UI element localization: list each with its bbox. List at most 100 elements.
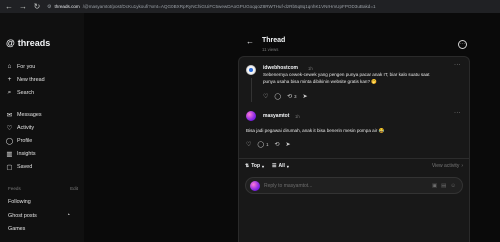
avatar[interactable] xyxy=(246,65,256,75)
emoji-icon[interactable]: ☺ xyxy=(450,183,456,189)
reply-button[interactable]: ◯ 1 xyxy=(257,141,268,148)
view-activity-link[interactable]: View activity › xyxy=(432,163,463,169)
comment-icon: ◯ xyxy=(257,142,265,148)
heart-icon: ♡ xyxy=(246,142,252,148)
feed-ghost-posts[interactable]: Ghost posts xyxy=(8,213,37,219)
site-info-icon[interactable]: ⚙ xyxy=(47,4,51,10)
reply-button[interactable]: ◯ xyxy=(274,93,281,100)
feed-games[interactable]: Games xyxy=(8,226,25,232)
repost-count: 3 xyxy=(294,94,297,99)
feeds-label: Feeds xyxy=(8,186,21,191)
profile-icon: ◯ xyxy=(5,137,14,145)
sidebar-item-label: Search xyxy=(17,89,35,96)
sidebar-item-label: Saved xyxy=(17,163,33,170)
repost-icon: ⟲ xyxy=(287,94,293,100)
reply-tools: ▣ ▤ ☺ xyxy=(432,183,456,189)
share-button[interactable]: ➤ xyxy=(303,93,308,100)
more-options-icon[interactable]: ··· xyxy=(458,40,467,49)
post-text: Sebenernya cewek-cewek yang pengen punya… xyxy=(263,71,467,85)
sidebar: @ threads ⌂ For you + New thread ⌕ Searc… xyxy=(0,13,84,242)
post-actions: ♡ ◯ 1 ⟲ ➤ xyxy=(246,141,291,148)
divider xyxy=(239,158,469,159)
chevron-down-icon: ▾ xyxy=(286,163,289,169)
share-icon: ➤ xyxy=(302,94,308,100)
reload-icon[interactable]: ↻ xyxy=(33,2,41,11)
repost-icon: ⟲ xyxy=(274,142,280,148)
edit-feeds-link[interactable]: Edit xyxy=(70,186,78,191)
post-more-icon[interactable]: ··· xyxy=(454,62,461,68)
image-icon[interactable]: ▣ xyxy=(432,183,437,189)
comment-icon: ◯ xyxy=(274,94,282,100)
home-icon: ⌂ xyxy=(7,63,12,70)
sidebar-item-label: New thread xyxy=(17,76,45,83)
ghost-icon: ◔ xyxy=(66,212,71,219)
thread-connector xyxy=(251,78,252,102)
message-icon: ✉ xyxy=(6,111,13,119)
share-icon: ➤ xyxy=(285,142,291,148)
heart-icon: ♡ xyxy=(6,124,13,132)
post-text-line: punya usaha bisa minta dibikinin website… xyxy=(263,79,377,84)
heart-icon: ♡ xyxy=(263,94,269,100)
repost-button[interactable]: ⟲ xyxy=(275,141,280,148)
sidebar-item-new-thread[interactable]: + New thread xyxy=(6,76,45,83)
logo-text: threads xyxy=(17,38,51,48)
bookmark-icon: ▢ xyxy=(6,163,13,171)
post-more-icon[interactable]: ··· xyxy=(454,110,461,116)
threads-logo-icon: @ xyxy=(6,38,15,48)
feeds-section-header: Feeds Edit xyxy=(8,186,78,191)
filter-all-dropdown[interactable]: ☰ All ▾ xyxy=(272,163,289,169)
feed-following[interactable]: Following xyxy=(8,199,31,205)
sidebar-item-messages[interactable]: ✉ Messages xyxy=(6,111,42,119)
like-button[interactable]: ♡ xyxy=(246,141,251,148)
sidebar-item-insights[interactable]: ▥ Insights xyxy=(6,150,36,158)
back-arrow-icon[interactable]: ← xyxy=(246,37,254,46)
sidebar-item-label: Profile xyxy=(17,137,33,144)
reply-count: 1 xyxy=(266,142,269,147)
sidebar-item-search[interactable]: ⌕ Search xyxy=(6,89,34,96)
sort-label: Top xyxy=(251,163,260,169)
avatar xyxy=(250,180,260,191)
view-count: 11 views xyxy=(262,47,279,52)
sidebar-item-label: For you xyxy=(17,63,36,70)
insights-icon: ▥ xyxy=(6,150,13,158)
sidebar-item-saved[interactable]: ▢ Saved xyxy=(6,163,33,171)
repost-button[interactable]: ⟲ 3 xyxy=(287,93,296,100)
post-actions: ♡ ◯ ⟲ 3 ➤ xyxy=(263,93,308,100)
post-time: 1h xyxy=(295,114,300,119)
sort-icon: ⇅ xyxy=(245,163,250,169)
sidebar-item-label: Messages xyxy=(17,111,42,118)
url-path: /@masyamtot/post/DcKu1ykoufi?xmt=AQG0BXR… xyxy=(82,4,376,9)
url-domain: threads.com xyxy=(54,4,80,9)
sidebar-item-for-you[interactable]: ⌂ For you xyxy=(6,63,36,70)
reply-input[interactable] xyxy=(264,182,432,189)
browser-toolbar: ← → ↻ ⚙ threads.com/@masyamtot/post/DcKu… xyxy=(0,0,500,13)
threads-logo[interactable]: @ threads xyxy=(6,38,50,48)
page-title: Thread xyxy=(262,37,286,44)
sidebar-item-label: Insights xyxy=(17,150,36,157)
thread-header: ← Thread 11 views ··· xyxy=(238,36,470,56)
reply-filter-row: ⇅ Top ▾ ☰ All ▾ View activity › xyxy=(245,163,463,169)
plus-icon: + xyxy=(7,76,12,83)
view-activity-label: View activity xyxy=(431,163,460,169)
share-button[interactable]: ➤ xyxy=(286,141,291,148)
post-text-line: Sebenernya cewek-cewek yang pengen punya… xyxy=(263,72,430,77)
forward-arrow-icon[interactable]: → xyxy=(19,2,27,11)
reply-composer: ▣ ▤ ☺ xyxy=(245,177,463,194)
back-arrow-icon[interactable]: ← xyxy=(5,2,13,11)
sidebar-item-label: Activity xyxy=(17,124,35,131)
search-icon: ⌕ xyxy=(7,88,12,96)
post-username[interactable]: masyamtot xyxy=(263,113,289,119)
sort-top-dropdown[interactable]: ⇅ Top ▾ xyxy=(245,163,264,169)
sidebar-item-activity[interactable]: ♡ Activity xyxy=(6,124,35,132)
sidebar-item-profile[interactable]: ◯ Profile xyxy=(5,137,33,145)
post-text: Bisa jadi pegawai dirumah, anak it bisa … xyxy=(246,128,385,133)
filter-icon: ☰ xyxy=(272,163,277,169)
chevron-down-icon: ▾ xyxy=(262,163,265,169)
thread-panel: idwebhostcom 1h ··· Sebenernya cewek-cew… xyxy=(238,56,470,242)
avatar[interactable] xyxy=(246,111,256,121)
address-bar[interactable]: ⚙ threads.com/@masyamtot/post/DcKu1ykouf… xyxy=(47,4,500,10)
chevron-right-icon: › xyxy=(461,163,463,169)
gif-icon[interactable]: ▤ xyxy=(441,183,446,189)
filter-label: All xyxy=(278,163,285,169)
like-button[interactable]: ♡ xyxy=(263,93,268,100)
